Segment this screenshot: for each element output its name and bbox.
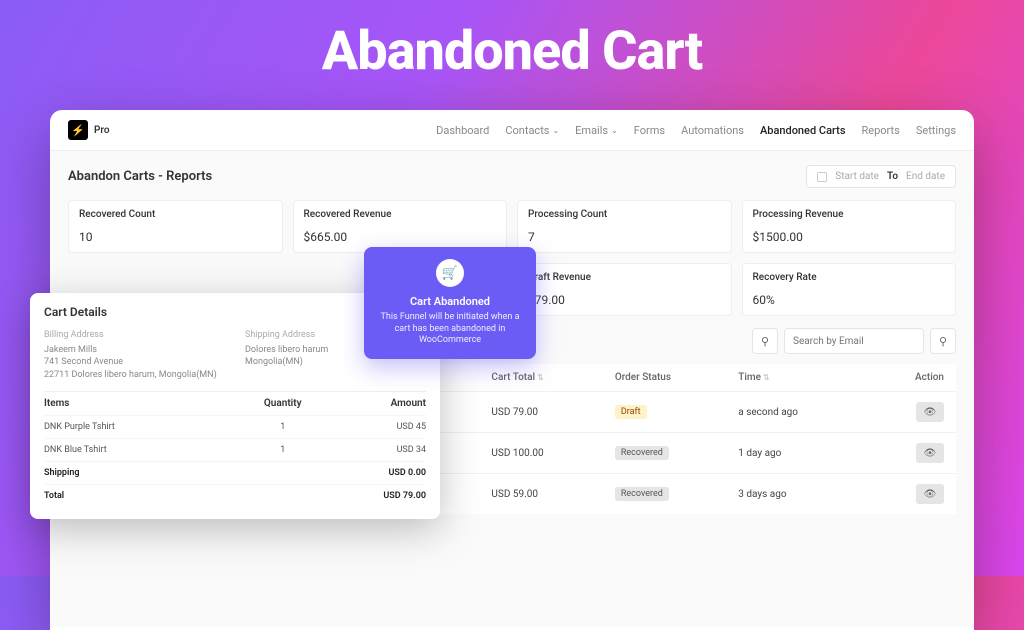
nav-forms[interactable]: Forms (634, 124, 665, 137)
filter-button[interactable]: ⚲ (752, 328, 778, 354)
search-input[interactable] (784, 328, 924, 354)
cart-icon: 🛒 (436, 259, 464, 287)
date-range-picker[interactable]: Start date To End date (806, 165, 956, 188)
stat-label: Recovered Revenue (304, 209, 497, 220)
nav-settings[interactable]: Settings (916, 124, 956, 137)
total-label: Total (44, 491, 235, 501)
main-nav: Dashboard Contacts⌄ Emails⌄ Forms Automa… (436, 124, 956, 137)
chevron-down-icon: ⌄ (611, 126, 618, 135)
nav-label: Emails (575, 124, 608, 137)
stat-label: Recovery Rate (753, 272, 946, 283)
stat-recovered-count: Recovered Count 10 (68, 200, 283, 253)
stat-label: Processing Count (528, 209, 721, 220)
logo-text: Pro (94, 125, 110, 136)
end-date-placeholder: End date (906, 171, 945, 182)
calendar-icon (817, 172, 827, 182)
sort-icon: ⇅ (537, 373, 544, 382)
cell-time: a second ago (738, 407, 861, 418)
cell-time: 1 day ago (738, 448, 861, 459)
col-cart-total[interactable]: Cart Total⇅ (491, 372, 614, 383)
cell-total: USD 79.00 (491, 407, 614, 418)
item-name: DNK Blue Tshirt (44, 445, 235, 455)
nav-label: Contacts (505, 124, 549, 137)
col-time[interactable]: Time⇅ (738, 372, 861, 383)
stat-value: 10 (79, 230, 272, 244)
total-amount: USD 79.00 (331, 491, 427, 501)
stat-label: Draft Revenue (528, 272, 721, 283)
view-button[interactable]: 👁 (916, 484, 944, 504)
shipping-label: Shipping (44, 468, 235, 478)
tooltip-title: Cart Abandoned (376, 295, 524, 308)
stat-label: Recovered Count (79, 209, 272, 220)
start-date-placeholder: Start date (835, 171, 879, 182)
item-amount: USD 34 (331, 445, 427, 455)
date-to-label: To (887, 171, 898, 182)
col-label: Cart Total (491, 372, 535, 383)
addr-line: Jakeem Mills (44, 344, 225, 357)
nav-automations[interactable]: Automations (681, 124, 744, 137)
logo-icon: ⚡ (68, 120, 88, 140)
nav-dashboard[interactable]: Dashboard (436, 124, 489, 137)
nav-emails[interactable]: Emails⌄ (575, 124, 618, 137)
stat-draft-revenue: Draft Revenue $79.00 (517, 263, 732, 316)
billing-label: Billing Address (44, 329, 225, 342)
cell-total: USD 59.00 (491, 489, 614, 500)
stat-value: 60% (753, 293, 946, 307)
app-header: ⚡ Pro Dashboard Contacts⌄ Emails⌄ Forms … (50, 110, 974, 151)
stat-recovery-rate: Recovery Rate 60% (742, 263, 957, 316)
status-badge: Recovered (615, 446, 669, 460)
cell-total: USD 100.00 (491, 448, 614, 459)
items-table: Items Quantity Amount DNK Purple Tshirt … (44, 391, 426, 507)
sort-icon: ⇅ (763, 373, 770, 382)
stats-row-1: Recovered Count 10 Recovered Revenue $665.… (68, 200, 956, 253)
col-amount: Amount (331, 398, 427, 409)
cart-abandoned-tooltip: 🛒 Cart Abandoned This Funnel will be ini… (364, 247, 536, 359)
stat-recovered-revenue: Recovered Revenue $665.00 (293, 200, 508, 253)
stat-value: $1500.00 (753, 230, 946, 244)
items-row: DNK Blue Tshirt 1 USD 34 (44, 438, 426, 461)
view-button[interactable]: 👁 (916, 443, 944, 463)
col-action: Action (862, 372, 944, 383)
col-qty: Quantity (235, 398, 331, 409)
status-badge: Recovered (615, 487, 669, 501)
page-title: Abandon Carts - Reports (68, 169, 212, 184)
col-items: Items (44, 398, 235, 409)
stat-processing-revenue: Processing Revenue $1500.00 (742, 200, 957, 253)
tooltip-desc: This Funnel will be initiated when a car… (376, 312, 524, 347)
nav-contacts[interactable]: Contacts⌄ (505, 124, 559, 137)
total-row: Total USD 79.00 (44, 484, 426, 507)
search-button[interactable]: ⚲ (930, 328, 956, 354)
status-badge: Draft (615, 405, 647, 419)
col-order-status: Order Status (615, 372, 738, 383)
addr-line: 741 Second Avenue (44, 356, 225, 369)
chevron-down-icon: ⌄ (552, 126, 559, 135)
shipping-amount: USD 0.00 (331, 468, 427, 478)
stat-processing-count: Processing Count 7 (517, 200, 732, 253)
stat-value: $79.00 (528, 293, 721, 307)
item-amount: USD 45 (331, 422, 427, 432)
stat-label: Processing Revenue (753, 209, 946, 220)
nav-abandoned-carts[interactable]: Abandoned Carts (760, 124, 846, 137)
item-qty: 1 (235, 422, 331, 432)
stat-value: $665.00 (304, 230, 497, 244)
addr-line: 22711 Dolores libero harum, Mongolia(MN) (44, 369, 225, 382)
item-name: DNK Purple Tshirt (44, 422, 235, 432)
cell-time: 3 days ago (738, 489, 861, 500)
hero-title: Abandoned Cart (0, 0, 1024, 83)
item-qty: 1 (235, 445, 331, 455)
items-header: Items Quantity Amount (44, 391, 426, 415)
nav-reports[interactable]: Reports (861, 124, 899, 137)
items-row: DNK Purple Tshirt 1 USD 45 (44, 415, 426, 438)
view-button[interactable]: 👁 (916, 402, 944, 422)
billing-address: Billing Address Jakeem Mills 741 Second … (44, 329, 225, 381)
shipping-row: Shipping USD 0.00 (44, 461, 426, 484)
page-header: Abandon Carts - Reports Start date To En… (68, 165, 956, 188)
stat-value: 7 (528, 230, 721, 244)
col-label: Time (738, 372, 761, 383)
